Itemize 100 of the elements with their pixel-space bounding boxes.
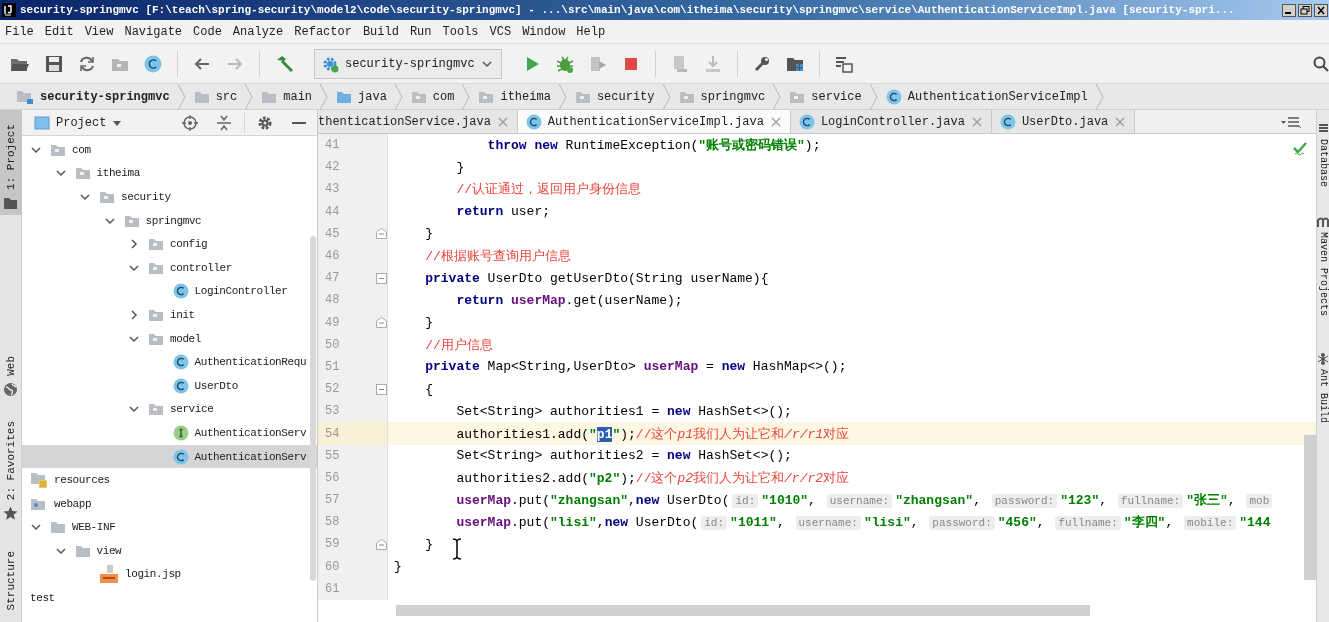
scrollbar-thumb[interactable] [396, 605, 1090, 616]
scrollbar-thumb[interactable] [310, 236, 316, 581]
menu-item[interactable]: Code [188, 24, 228, 39]
breadcrumb-separator [869, 83, 878, 110]
sync-icon[interactable] [78, 54, 96, 73]
breadcrumb-item[interactable]: springmvc [672, 89, 772, 104]
package-folder-icon [148, 331, 164, 346]
tree-item[interactable]: AuthenticationRequ [22, 350, 317, 374]
breadcrumb-item[interactable]: service [783, 89, 868, 104]
save-icon[interactable] [45, 54, 63, 73]
breadcrumb-item[interactable]: com [404, 89, 461, 104]
menu-item[interactable]: Build [357, 24, 405, 39]
breadcrumb-item[interactable]: main [255, 89, 319, 104]
search-icon[interactable] [1313, 55, 1329, 72]
tree-item[interactable]: security [22, 185, 317, 209]
tree-item[interactable]: model [22, 326, 317, 351]
fold-start-icon[interactable] [375, 383, 387, 395]
breadcrumb-item[interactable]: security-springmvc [10, 88, 176, 105]
editor-tab[interactable]: LoginController.java [790, 110, 992, 133]
settings-icon[interactable] [257, 114, 274, 131]
code-line: authorities1.add("p1");//这个p1我们人为让它和/r/r1对应 [455, 425, 850, 443]
editor-tab[interactable]: UserDto.java [991, 110, 1136, 133]
tree-item[interactable]: WEB-INF [22, 515, 317, 540]
close-button[interactable] [1314, 3, 1328, 17]
breadcrumb-item[interactable]: itheima [472, 89, 557, 104]
breadcrumb-item[interactable]: src [187, 89, 244, 104]
class-icon [172, 283, 189, 300]
restore-button[interactable] [1298, 3, 1312, 17]
wrench-icon[interactable] [752, 54, 771, 73]
tool-window-tab[interactable]: Database [1317, 122, 1329, 187]
tree-item[interactable]: controller [22, 255, 317, 280]
globe-icon [3, 381, 18, 397]
package-folder-icon [148, 260, 164, 275]
menu-item[interactable]: VCS [484, 24, 518, 39]
folder-icon [50, 520, 66, 535]
menu-item[interactable]: Navigate [119, 24, 189, 39]
run-configuration-dropdown[interactable]: security-springmvc [314, 48, 502, 79]
tree-item[interactable]: LoginController [22, 279, 317, 304]
view-selector[interactable]: Project [34, 115, 123, 130]
tree-item[interactable]: webapp [22, 491, 317, 516]
web-folder-icon [30, 496, 48, 511]
menu-item[interactable]: Edit [39, 24, 80, 39]
tree-item[interactable]: resources [22, 468, 317, 492]
menu-item[interactable]: Help [571, 24, 612, 39]
tree-item[interactable]: service [22, 397, 317, 422]
code-line: //根据账号查询用户信息 [424, 248, 571, 266]
scrollbar-thumb[interactable] [1304, 435, 1316, 580]
menu-item[interactable]: Window [517, 24, 572, 39]
tree-item[interactable]: itheima [22, 161, 317, 186]
menu-item[interactable]: File [0, 24, 40, 39]
tree-item[interactable]: config [22, 232, 317, 256]
tree-item[interactable]: AuthenticationServ [22, 421, 317, 445]
breadcrumb-item[interactable]: security [568, 89, 661, 104]
chevron-down-icon[interactable] [79, 191, 91, 203]
menu-item[interactable]: Analyze [227, 24, 290, 39]
menu-item[interactable]: Run [404, 24, 438, 39]
tool-window-tab[interactable]: Ant Build [1317, 352, 1329, 424]
tab-list-icon[interactable] [1280, 114, 1302, 129]
code-line: private UserDto getUserDto(String userName){ [424, 270, 769, 286]
menu-item[interactable]: Refactor [289, 24, 358, 39]
minimize-button[interactable] [1282, 3, 1296, 17]
tree-item[interactable]: login.jsp [22, 562, 317, 587]
tree-item[interactable]: springmvc [22, 208, 317, 233]
tool-window-tab[interactable]: Structure [0, 545, 22, 615]
module-folder-icon [16, 88, 34, 105]
line-number: 53 [324, 404, 341, 419]
menu-item[interactable]: Tools [437, 24, 485, 39]
class-icon [172, 448, 189, 465]
tree-item[interactable]: init [22, 303, 317, 327]
tree-item[interactable]: AuthenticationServ [22, 444, 317, 469]
chevron-right-icon[interactable] [128, 308, 140, 321]
tool-window-tab[interactable]: 1: Project [0, 110, 22, 215]
database-icon [1317, 122, 1329, 135]
fold-start-icon[interactable] [375, 272, 387, 284]
breadcrumb-separator [177, 83, 186, 110]
layout-icon[interactable] [834, 54, 853, 73]
line-number: 43 [324, 182, 341, 197]
locate-target-icon[interactable] [182, 114, 199, 131]
tree-item[interactable]: com [22, 138, 317, 162]
tool-window-tab[interactable]: Maven Projects [1317, 215, 1329, 317]
chevron-right-icon[interactable] [128, 238, 140, 251]
tree-item[interactable]: view [22, 539, 317, 563]
breadcrumb-item[interactable]: AuthenticationServiceImpl [879, 88, 1094, 105]
tool-window-tab[interactable]: Web [0, 350, 22, 401]
editor-tab[interactable]: thenticationService.java [318, 110, 518, 133]
class-icon[interactable] [144, 54, 162, 73]
package-folder-icon [574, 89, 591, 104]
hammer-icon[interactable] [275, 54, 293, 73]
breadcrumb-item[interactable]: java [330, 89, 393, 104]
line-number: 52 [324, 382, 341, 397]
tree-item[interactable]: UserDto [22, 373, 317, 398]
tree-item[interactable]: test [22, 586, 317, 610]
editor-tab[interactable]: AuthenticationServiceImpl.java [517, 110, 791, 133]
folder-icon [261, 89, 278, 104]
tool-window-tab[interactable]: 2: Favorites [0, 414, 22, 526]
close-icon[interactable] [769, 115, 782, 128]
menu-item[interactable]: View [79, 24, 120, 39]
debug-bug-icon[interactable] [555, 54, 574, 73]
class-icon [172, 377, 189, 394]
collapse-all-icon[interactable] [216, 114, 233, 131]
